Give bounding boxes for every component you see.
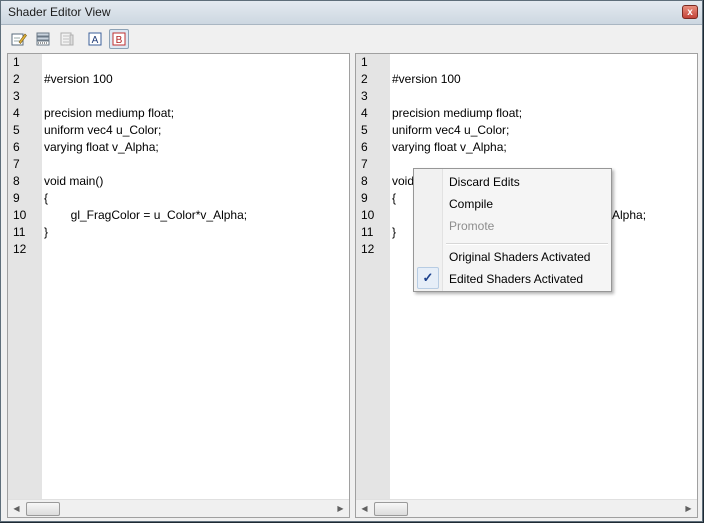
code-line: #version 100 xyxy=(392,72,461,86)
menu-item-promote: Promote xyxy=(449,219,495,233)
code-line: } xyxy=(44,225,49,239)
menu-item-compile[interactable]: Compile xyxy=(449,197,493,211)
line-number: 8 xyxy=(361,174,368,188)
line-number-gutter: 1 2 3 4 5 6 7 8 9 10 11 12 xyxy=(8,54,42,500)
line-number: 2 xyxy=(13,72,20,86)
line-number: 9 xyxy=(361,191,368,205)
code-line: { xyxy=(392,191,397,205)
line-number: 1 xyxy=(361,55,368,69)
view-b-label: B xyxy=(116,35,123,46)
code-line: uniform vec4 u_Color; xyxy=(44,123,162,137)
line-number: 10 xyxy=(13,208,27,222)
menu-separator xyxy=(446,243,608,245)
scroll-left-arrow-icon[interactable]: ◀ xyxy=(8,500,25,517)
context-menu: Discard Edits Compile Promote Original S… xyxy=(413,168,612,292)
shader-editor-window: Shader Editor View x A B 1 2 3 4 5 6 7 8… xyxy=(0,0,703,522)
code-line: { xyxy=(44,191,49,205)
line-number: 12 xyxy=(13,242,27,256)
code-line: precision mediump float; xyxy=(392,106,523,120)
view-b-button[interactable]: B xyxy=(109,29,129,49)
line-number: 4 xyxy=(13,106,20,120)
line-number: 5 xyxy=(13,123,20,137)
line-number-gutter: 1 2 3 4 5 6 7 8 9 10 11 12 xyxy=(356,54,390,500)
view-b-icon: B xyxy=(112,32,126,46)
code-line: #version 100 xyxy=(44,72,113,86)
view-a-icon: A xyxy=(88,32,102,46)
line-number: 9 xyxy=(13,191,20,205)
line-number: 11 xyxy=(361,225,374,239)
code-line: varying float v_Alpha; xyxy=(44,140,159,154)
menu-item-original-shaders[interactable]: Original Shaders Activated xyxy=(449,250,590,264)
menu-item-edited-shaders[interactable]: Edited Shaders Activated xyxy=(449,272,583,286)
line-number: 12 xyxy=(361,242,375,256)
edit-icon xyxy=(11,33,27,46)
code-line: } xyxy=(392,225,397,239)
shader-list-disabled-icon xyxy=(60,32,74,46)
line-number: 7 xyxy=(361,157,368,171)
scroll-right-arrow-icon[interactable]: ▶ xyxy=(680,500,697,517)
code-line-10-tail: Alpha; xyxy=(612,208,647,222)
horizontal-scrollbar[interactable]: ◀ ▶ xyxy=(8,499,349,517)
left-code-editor[interactable]: 1 2 3 4 5 6 7 8 9 10 11 12 #version 100 precision me… xyxy=(7,53,350,518)
edit-button[interactable] xyxy=(9,29,29,49)
checkmark-icon: ✓ xyxy=(417,267,439,289)
window-title: Shader Editor View xyxy=(8,5,111,19)
close-button[interactable]: x xyxy=(682,5,698,19)
code-line: void xyxy=(392,174,415,188)
scroll-thumb[interactable] xyxy=(374,502,408,516)
code-line: void main() xyxy=(44,174,104,188)
code-line: precision mediump float; xyxy=(44,106,175,120)
scroll-right-arrow-icon[interactable]: ▶ xyxy=(332,500,349,517)
line-number: 10 xyxy=(361,208,375,222)
line-number: 5 xyxy=(361,123,368,137)
line-number: 6 xyxy=(361,140,368,154)
line-number: 2 xyxy=(361,72,368,86)
line-number: 3 xyxy=(13,89,20,103)
code-line: varying float v_Alpha; xyxy=(392,140,507,154)
line-number: 8 xyxy=(13,174,20,188)
title-bar[interactable]: Shader Editor View x xyxy=(1,1,702,25)
horizontal-scrollbar[interactable]: ◀ ▶ xyxy=(356,499,697,517)
code-line: gl_FragColor = u_Color*v_Alpha; xyxy=(44,208,248,222)
view-a-button[interactable]: A xyxy=(85,29,105,49)
code-line: uniform vec4 u_Color; xyxy=(392,123,510,137)
line-number: 7 xyxy=(13,157,20,171)
menu-item-discard-edits[interactable]: Discard Edits xyxy=(449,175,520,189)
line-number: 1 xyxy=(13,55,20,69)
line-number: 6 xyxy=(13,140,20,154)
line-number: 3 xyxy=(361,89,368,103)
view-a-label: A xyxy=(92,35,99,46)
line-number: 4 xyxy=(361,106,368,120)
scroll-thumb[interactable] xyxy=(26,502,60,516)
shader-list-disabled-button[interactable] xyxy=(57,29,77,49)
shader-list-button[interactable] xyxy=(33,29,53,49)
toolbar: A B xyxy=(5,26,698,51)
scroll-left-arrow-icon[interactable]: ◀ xyxy=(356,500,373,517)
line-number: 11 xyxy=(13,225,26,239)
shader-list-icon xyxy=(36,32,50,46)
